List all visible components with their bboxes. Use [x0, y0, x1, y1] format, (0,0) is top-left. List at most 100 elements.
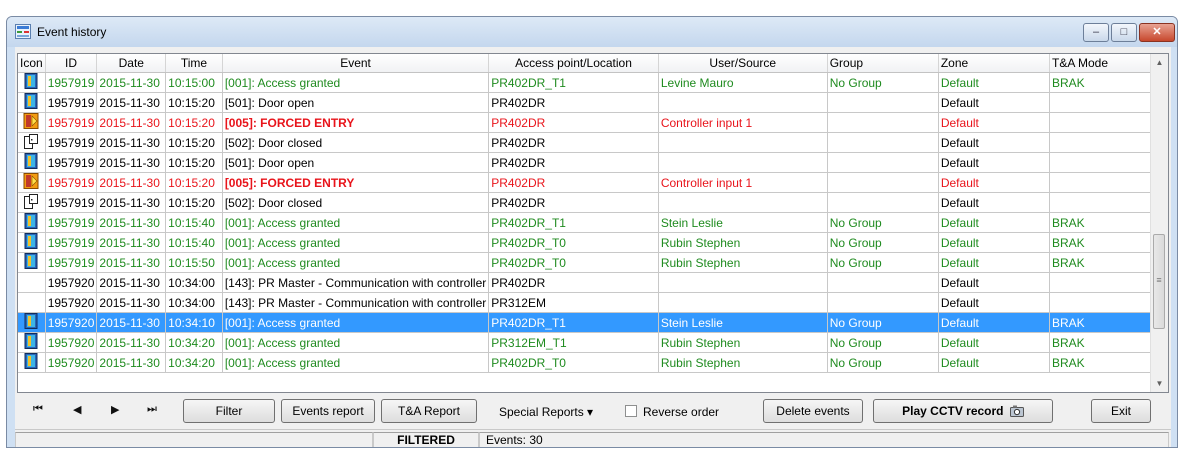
filter-button[interactable]: Filter [183, 399, 275, 423]
cell-event: [502]: Door closed [222, 192, 490, 213]
cell-time: 10:34:10 [165, 312, 223, 333]
cell-user [658, 92, 828, 113]
column-header-zone[interactable]: Zone [938, 54, 1051, 73]
window-title: Event history [37, 25, 107, 39]
cell-zone: Default [938, 72, 1051, 93]
cell-zone: Default [938, 352, 1051, 373]
exit-button[interactable]: Exit [1091, 399, 1151, 423]
play-cctv-button[interactable]: Play CCTV record [873, 399, 1053, 423]
table-row[interactable]: 1957920 2015-11-30 10:34:10 [001]: Access g… [18, 312, 1168, 333]
cell-group [827, 92, 939, 113]
vertical-scrollbar[interactable]: ▲ ≡ ▼ [1150, 54, 1168, 392]
table-header: Icon ID Date Time Event Access point/Location… [18, 54, 1168, 73]
close-button[interactable]: ✕ [1139, 23, 1175, 42]
column-header-date[interactable]: Date [96, 54, 167, 73]
events-report-button[interactable]: Events report [281, 399, 375, 423]
column-header-icon[interactable]: Icon [18, 54, 46, 73]
cell-id: 1957920 [45, 352, 98, 373]
door-open-icon [18, 352, 46, 373]
special-reports-dropdown[interactable]: Special Reports ▾ [499, 405, 593, 419]
delete-events-button[interactable]: Delete events [763, 399, 863, 423]
cell-group: No Group [827, 312, 939, 333]
window-client-area: Icon ID Date Time Event Access point/Location… [15, 47, 1171, 447]
table-row[interactable]: 1957919 2015-11-30 10:15:00 [001]: Access g… [18, 72, 1168, 93]
table-row[interactable]: 1957920 2015-11-30 10:34:00 [143]: PR Maste… [18, 272, 1168, 293]
cell-id: 1957920 [45, 332, 98, 353]
cell-user [658, 132, 828, 153]
cell-user: Stein Leslie [658, 212, 828, 233]
column-header-event[interactable]: Event [222, 54, 490, 73]
table-row[interactable]: 1957919 2015-11-30 10:15:20 [501]: Door ope… [18, 152, 1168, 173]
table-row[interactable]: 1957920 2015-11-30 10:34:20 [001]: Access g… [18, 352, 1168, 373]
table-row[interactable]: 1957919 2015-11-30 10:15:40 [001]: Access g… [18, 212, 1168, 233]
cell-location: PR402DR_T1 [488, 72, 659, 93]
reverse-order-label[interactable]: Reverse order [643, 405, 719, 419]
cell-event: [143]: PR Master - Communication with co… [222, 292, 490, 313]
minimize-button[interactable]: ‒ [1083, 23, 1109, 42]
first-record-icon[interactable]: ⏮ [33, 403, 43, 416]
table-row[interactable]: 1957919 2015-11-30 10:15:20 [502]: Door clo… [18, 132, 1168, 153]
reverse-order-checkbox[interactable] [625, 405, 637, 417]
column-header-user-source[interactable]: User/Source [658, 54, 828, 73]
cell-time: 10:34:00 [165, 272, 223, 293]
cell-event: [502]: Door closed [222, 132, 490, 153]
door-open-icon [18, 92, 46, 113]
cell-event: [001]: Access granted [222, 312, 490, 333]
cell-event: [143]: PR Master - Communication with co… [222, 272, 490, 293]
table-row[interactable]: 1957919 2015-11-30 10:15:40 [001]: Access g… [18, 232, 1168, 253]
cell-time: 10:34:20 [165, 332, 223, 353]
cell-group [827, 192, 939, 213]
table-row[interactable]: 1957919 2015-11-30 10:15:20 [502]: Door clo… [18, 192, 1168, 213]
previous-record-icon[interactable]: ◀ [73, 403, 81, 416]
cell-user: Levine Mauro [658, 72, 828, 93]
cell-location: PR312EM_T1 [488, 332, 659, 353]
cell-id: 1957919 [45, 132, 98, 153]
door-closed-icon [18, 192, 46, 213]
cell-time: 10:15:20 [165, 132, 223, 153]
cell-location: PR402DR_T0 [488, 232, 659, 253]
cell-group: No Group [827, 212, 939, 233]
next-record-icon[interactable]: ▶ [111, 403, 119, 416]
column-header-time[interactable]: Time [165, 54, 223, 73]
door-open-icon [18, 232, 46, 253]
table-row[interactable]: 1957919 2015-11-30 10:15:50 [001]: Access g… [18, 252, 1168, 273]
cell-time: 10:15:20 [165, 112, 223, 133]
cell-time: 10:15:50 [165, 252, 223, 273]
column-header-group[interactable]: Group [827, 54, 939, 73]
column-header-access-point-location[interactable]: Access point/Location [488, 54, 659, 73]
title-bar[interactable]: Event history ‒ □ ✕ [7, 17, 1177, 47]
cell-zone: Default [938, 292, 1051, 313]
scroll-thumb[interactable]: ≡ [1153, 234, 1165, 329]
cell-event: [001]: Access granted [222, 352, 490, 373]
cell-zone: Default [938, 232, 1051, 253]
cell-zone: Default [938, 112, 1051, 133]
ta-report-button[interactable]: T&A Report [381, 399, 477, 423]
maximize-button[interactable]: □ [1111, 23, 1137, 42]
maximize-icon: □ [1120, 26, 1128, 38]
forced-entry-icon [18, 112, 46, 133]
table-row[interactable]: 1957919 2015-11-30 10:15:20 [005]: FORCED E… [18, 112, 1168, 133]
cell-zone: Default [938, 252, 1051, 273]
cell-time: 10:34:00 [165, 292, 223, 313]
table-row[interactable]: 1957919 2015-11-30 10:15:20 [005]: FORCED E… [18, 172, 1168, 193]
cell-id: 1957920 [45, 292, 98, 313]
cell-date: 2015-11-30 [96, 272, 167, 293]
cell-user [658, 192, 828, 213]
events-table: Icon ID Date Time Event Access point/Location… [18, 54, 1168, 373]
status-event-count: Events: 30 [479, 432, 1169, 447]
empty-icon-cell [18, 292, 46, 313]
table-row[interactable]: 1957920 2015-11-30 10:34:20 [001]: Access g… [18, 332, 1168, 353]
cell-zone: Default [938, 332, 1051, 353]
scroll-up-icon[interactable]: ▲ [1151, 54, 1168, 71]
table-row[interactable]: 1957919 2015-11-30 10:15:20 [501]: Door ope… [18, 92, 1168, 113]
scroll-down-icon[interactable]: ▼ [1151, 375, 1168, 392]
event-history-app-icon [15, 24, 31, 39]
last-record-icon[interactable]: ⏭ [147, 403, 157, 416]
events-grid[interactable]: Icon ID Date Time Event Access point/Location… [17, 53, 1169, 393]
cell-group [827, 132, 939, 153]
play-cctv-label: Play CCTV record [902, 404, 1004, 418]
column-header-id[interactable]: ID [45, 54, 98, 73]
cell-time: 10:15:40 [165, 212, 223, 233]
table-row[interactable]: 1957920 2015-11-30 10:34:00 [143]: PR Maste… [18, 292, 1168, 313]
cell-event: [001]: Access granted [222, 252, 490, 273]
